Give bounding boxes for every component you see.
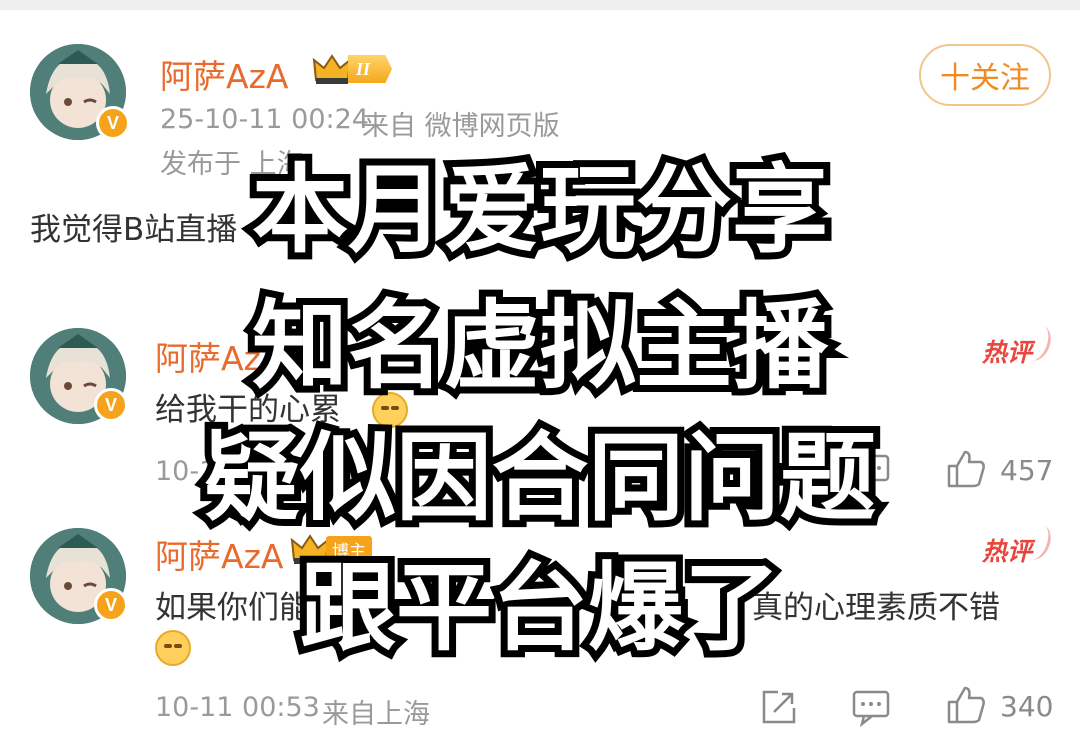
overlay-caption-line-2: 知名虚拟主播 (245, 290, 835, 402)
verified-icon: V (96, 106, 130, 140)
post-timestamp: 25-10-11 00:24 (160, 104, 369, 135)
post-username[interactable]: 阿萨AzA (160, 50, 288, 98)
crown-icon (312, 54, 352, 84)
top-strip (0, 0, 1080, 10)
like-count: 340 (1000, 690, 1054, 723)
post-source: 来自 微博网页版 (362, 111, 560, 142)
overlay-caption-line-1: 本月爱玩分享 (245, 154, 835, 266)
comment-time: 10-11 00:53 (155, 692, 320, 723)
overlay-caption-line-4: 跟平台爆了 (293, 552, 787, 664)
share-icon[interactable] (758, 686, 800, 728)
level-badge[interactable]: II (312, 52, 392, 86)
comment-icon[interactable] (850, 686, 892, 728)
level-label: II (348, 55, 392, 83)
follow-button[interactable]: 十关注 (919, 44, 1051, 106)
like-icon[interactable] (945, 684, 987, 726)
overlay-caption-line-3: 疑似因合同问题 (197, 422, 883, 534)
comment-source: 来自上海 (322, 699, 430, 730)
